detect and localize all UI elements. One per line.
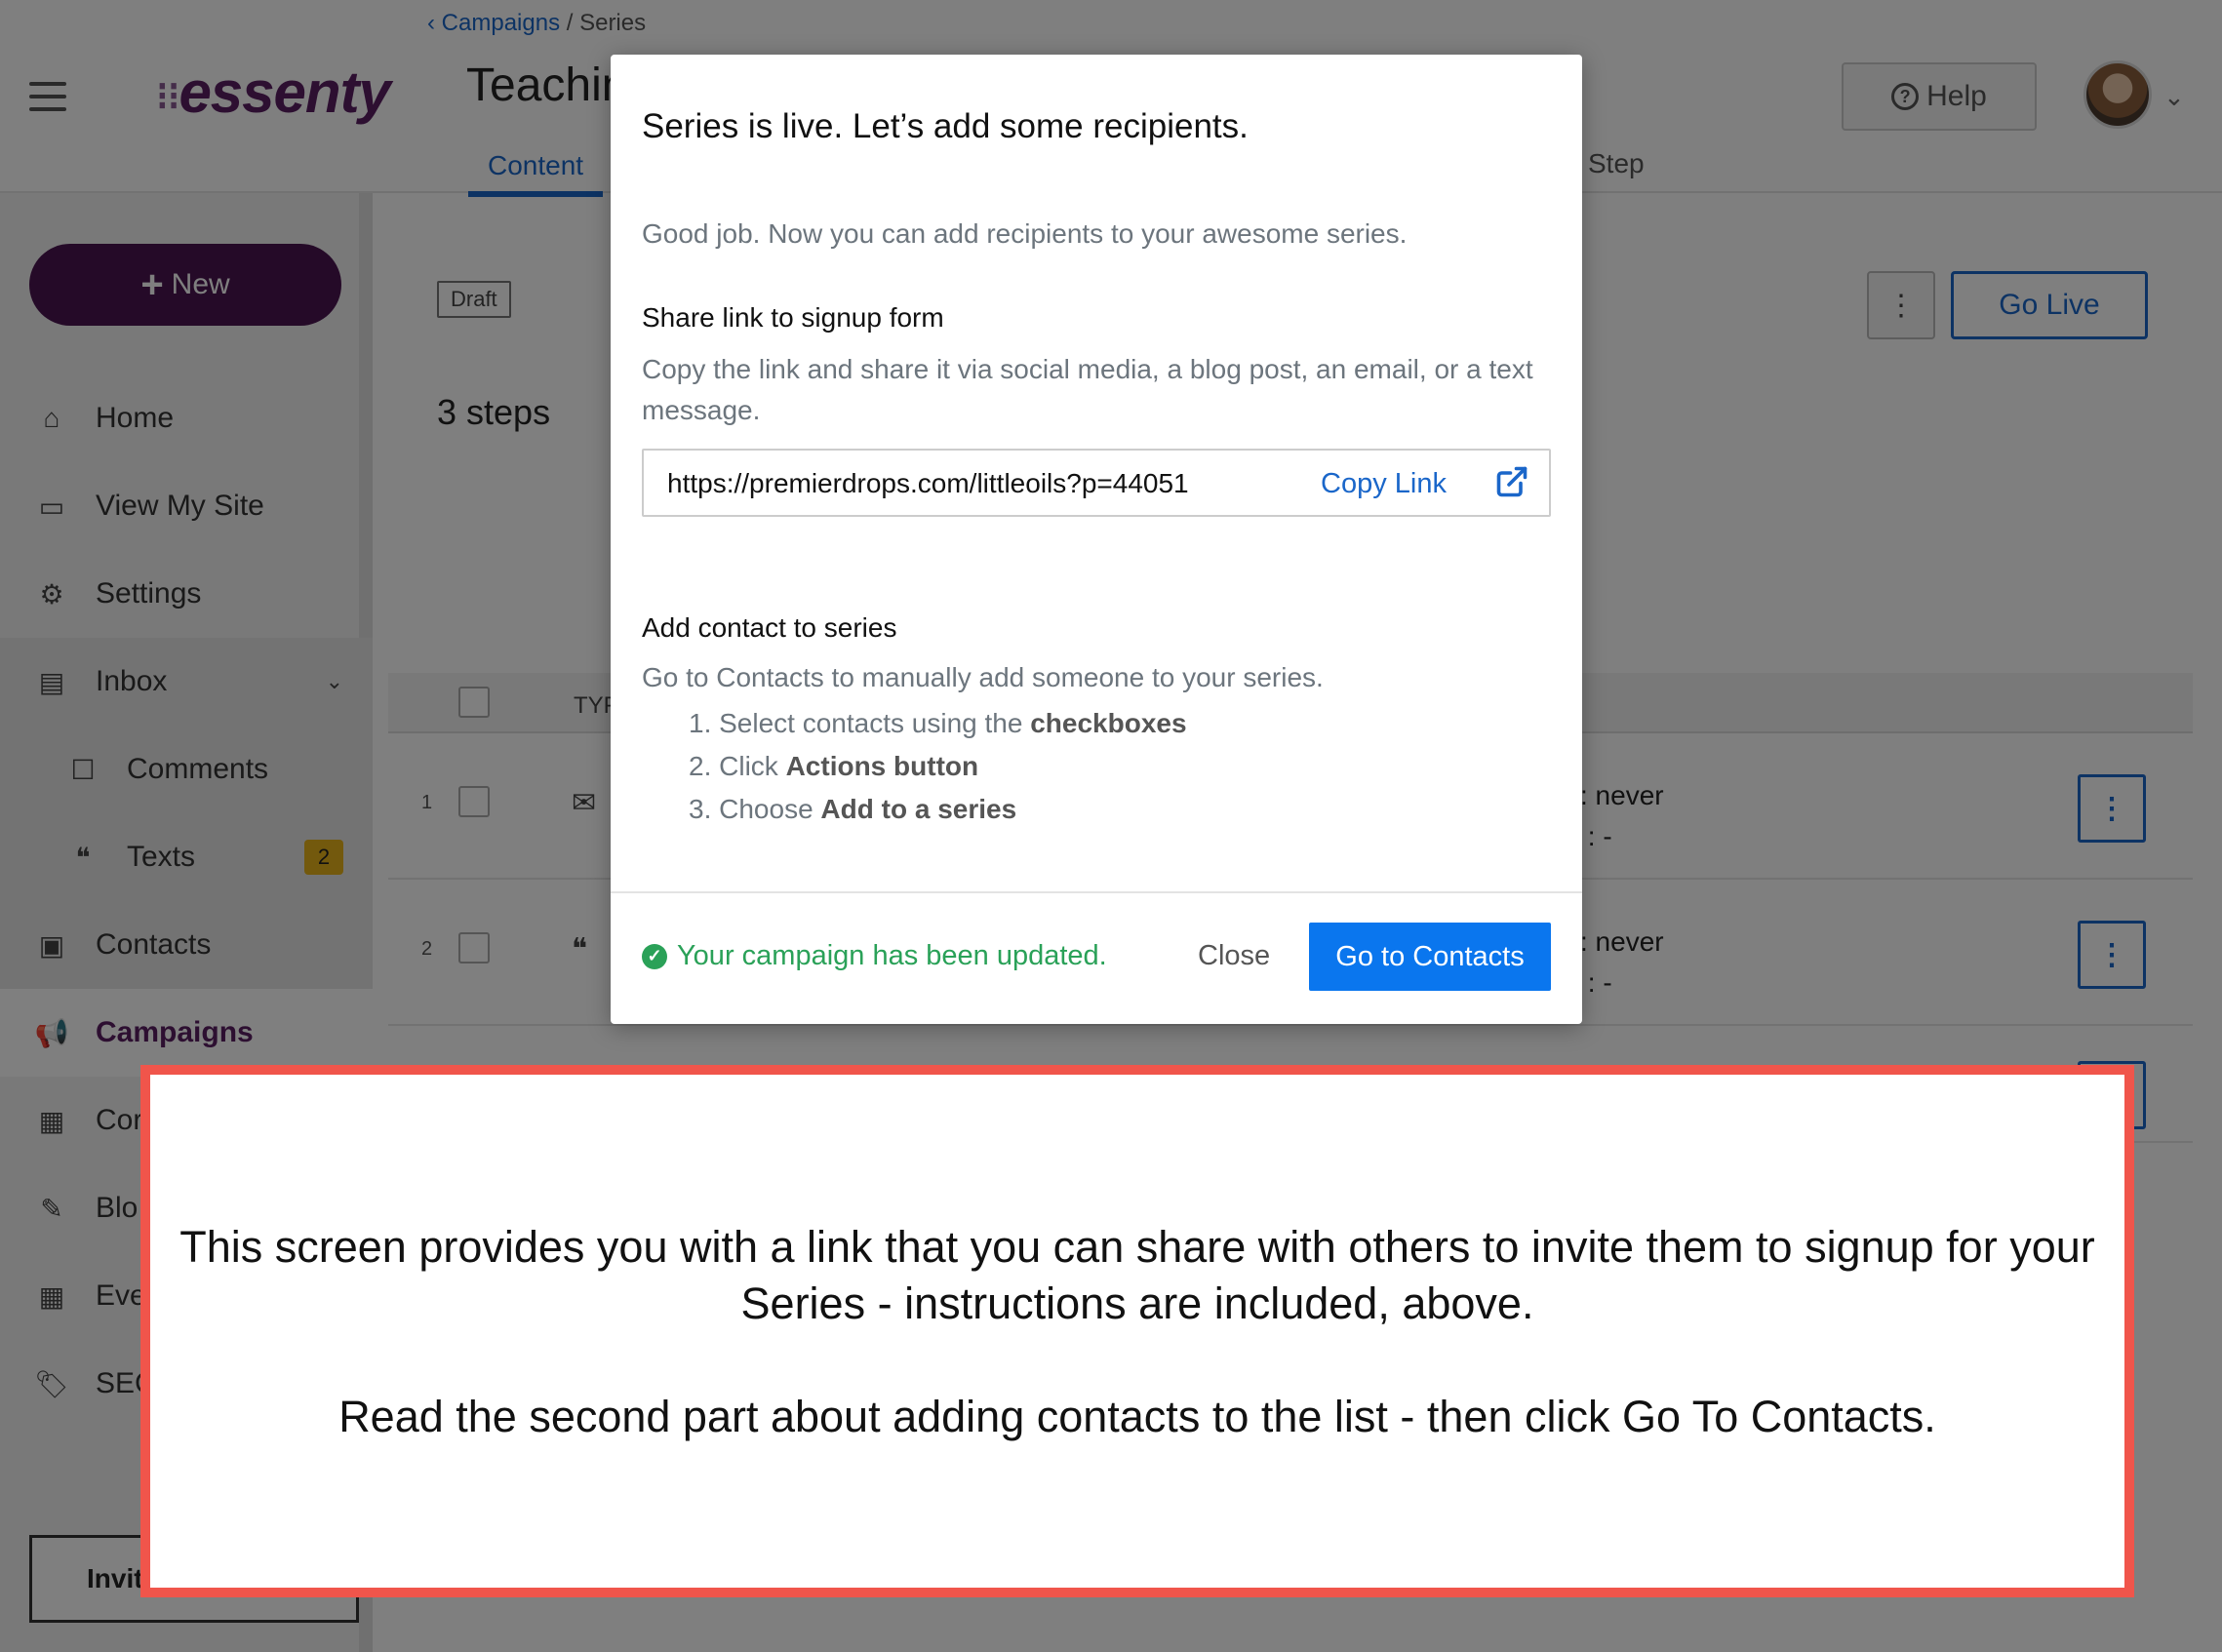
list-item: 3. Choose Add to a series [689,788,1187,831]
add-contact-description: Go to Contacts to manually add someone t… [642,662,1324,692]
add-contact-steps: 1. Select contacts using the checkboxes … [689,702,1187,831]
copy-link-button[interactable]: Copy Link [1321,468,1447,500]
list-item: 2. Click Actions button [689,745,1187,788]
update-status: ✓ Your campaign has been updated. [642,940,1107,972]
step-text: 3. Choose [689,794,821,824]
check-circle-icon: ✓ [642,943,667,969]
list-item: 1. Select contacts using the checkboxes [689,702,1187,745]
share-link-title: Share link to signup form [642,302,944,333]
modal-subtitle: Good job. Now you can add recipients to … [642,218,1408,249]
modal-footer: ✓ Your campaign has been updated. Close … [611,891,1582,1024]
step-text: 2. Click [689,751,786,781]
callout-text-primary: This screen provides you with a link tha… [179,1222,2095,1328]
tutorial-callout: This screen provides you with a link tha… [140,1065,2134,1597]
signup-link-field[interactable]: https://premierdrops.com/littleoils?p=44… [642,449,1551,517]
external-link-icon[interactable] [1494,464,1529,499]
update-status-text: Your campaign has been updated. [677,940,1107,971]
step-emphasis: Actions button [785,751,979,781]
modal-title: Series is live. Let’s add some recipient… [642,107,1249,145]
share-link-description: Copy the link and share it via social me… [642,354,1533,425]
step-emphasis: Add to a series [820,794,1017,824]
step-text: 1. Select contacts using the [689,708,1031,738]
close-button[interactable]: Close [1198,940,1270,972]
add-contact-title: Add contact to series [642,612,897,643]
go-to-contacts-button[interactable]: Go to Contacts [1309,923,1551,991]
callout-text-secondary: Read the second part about adding contac… [338,1392,1936,1441]
step-emphasis: checkboxes [1030,708,1187,738]
recipients-modal: Series is live. Let’s add some recipient… [611,55,1582,1024]
signup-link-url[interactable]: https://premierdrops.com/littleoils?p=44… [667,468,1189,499]
